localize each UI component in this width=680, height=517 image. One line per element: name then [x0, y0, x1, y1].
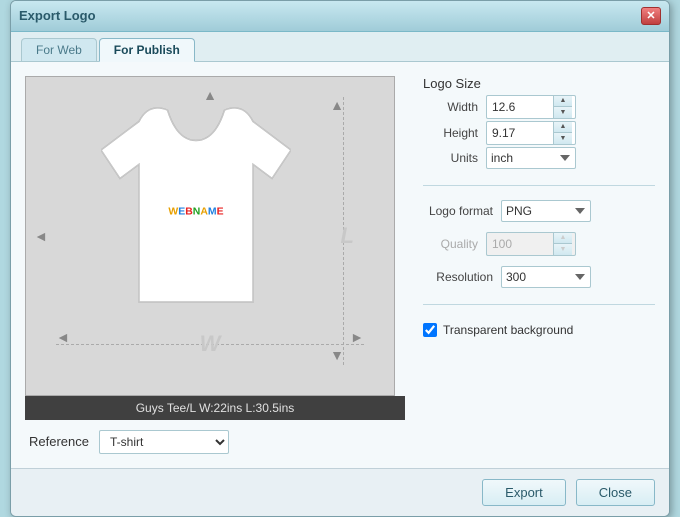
quality-increment-button: ▲: [554, 233, 572, 244]
logo-size-section: Logo Size Width ▲ ▼ Height: [423, 76, 655, 171]
top-v-arrow: ▲: [330, 97, 344, 113]
tab-bar: For Web For Publish: [11, 32, 669, 62]
quality-label: Quality: [423, 237, 478, 251]
width-decrement-button[interactable]: ▼: [554, 107, 572, 118]
resolution-label: Resolution: [423, 270, 493, 284]
arrow-left-h: ◄: [56, 329, 70, 345]
width-spin-buttons: ▲ ▼: [553, 96, 572, 118]
l-dimension-label: L: [341, 223, 354, 249]
close-button[interactable]: Close: [576, 479, 655, 506]
width-spin: ▲ ▼: [486, 95, 576, 119]
units-select[interactable]: inch cm mm px: [486, 147, 576, 169]
quality-input: [487, 235, 553, 253]
separator-2: [423, 304, 655, 305]
tshirt-svg: WEBNAME: [101, 87, 291, 327]
transparent-bg-row: Transparent background: [423, 323, 655, 337]
tab-for-web[interactable]: For Web: [21, 38, 97, 61]
settings-panel: Logo Size Width ▲ ▼ Height: [423, 76, 655, 454]
resolution-select[interactable]: 72 150 300 600: [501, 266, 591, 288]
transparent-bg-label: Transparent background: [443, 323, 573, 337]
width-label: Width: [423, 100, 478, 114]
quality-spin-buttons: ▲ ▼: [553, 233, 572, 255]
height-label: Height: [423, 126, 478, 140]
height-decrement-button[interactable]: ▼: [554, 133, 572, 144]
preview-caption: Guys Tee/L W:22ins L:30.5ins: [25, 396, 405, 420]
height-increment-button[interactable]: ▲: [554, 122, 572, 133]
height-spin: ▲ ▼: [486, 121, 576, 145]
title-close-button[interactable]: ✕: [641, 7, 661, 25]
height-row: Height ▲ ▼: [423, 121, 655, 145]
export-button[interactable]: Export: [482, 479, 566, 506]
transparent-bg-checkbox[interactable]: [423, 323, 437, 337]
left-arrow: ◄: [34, 228, 48, 244]
units-label: Units: [423, 151, 478, 165]
format-row: Logo format PNG JPG BMP GIF: [423, 200, 655, 222]
quality-decrement-button: ▼: [554, 244, 572, 255]
width-input[interactable]: [487, 98, 553, 116]
reference-row: Reference T-shirt Hoodie Tank Top: [25, 420, 405, 454]
quality-spin: ▲ ▼: [486, 232, 576, 256]
arrow-right-h: ►: [350, 329, 364, 345]
main-content: ▲ ◄ ◄ ► WEBNAM: [11, 62, 669, 468]
format-label: Logo format: [423, 204, 493, 218]
tab-for-publish[interactable]: For Publish: [99, 38, 195, 62]
width-row: Width ▲ ▼: [423, 95, 655, 119]
preview-box: ▲ ◄ ◄ ► WEBNAM: [25, 76, 395, 396]
height-input[interactable]: [487, 124, 553, 142]
resolution-row: Resolution 72 150 300 600: [423, 266, 655, 288]
units-row: Units inch cm mm px: [423, 147, 655, 169]
footer: Export Close: [11, 468, 669, 516]
reference-select[interactable]: T-shirt Hoodie Tank Top: [99, 430, 229, 454]
export-logo-dialog: Export Logo ✕ For Web For Publish ▲ ◄ ◄: [10, 0, 670, 517]
format-select[interactable]: PNG JPG BMP GIF: [501, 200, 591, 222]
svg-text:WEBNAME: WEBNAME: [168, 206, 223, 217]
height-spin-buttons: ▲ ▼: [553, 122, 572, 144]
quality-row: Quality ▲ ▼: [423, 232, 655, 256]
w-dimension-label: W: [200, 331, 221, 357]
logo-size-label: Logo Size: [423, 76, 655, 91]
reference-label: Reference: [29, 434, 89, 449]
bottom-v-arrow: ▼: [330, 347, 344, 363]
width-increment-button[interactable]: ▲: [554, 96, 572, 107]
preview-panel: ▲ ◄ ◄ ► WEBNAM: [25, 76, 405, 454]
dialog-title: Export Logo: [19, 8, 96, 23]
title-bar: Export Logo ✕: [11, 1, 669, 32]
separator-1: [423, 185, 655, 186]
